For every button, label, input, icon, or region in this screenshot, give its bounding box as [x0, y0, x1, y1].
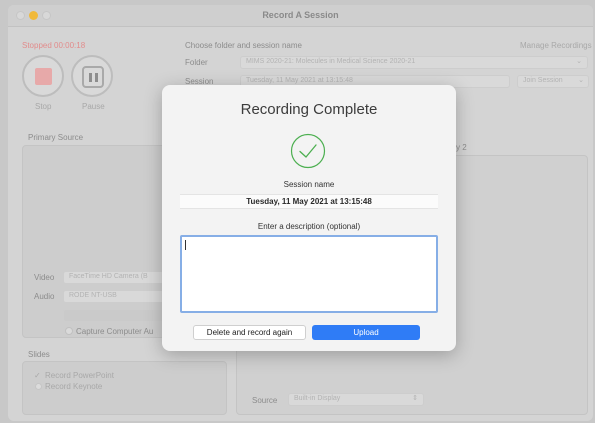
- folder-label: Folder: [185, 58, 208, 67]
- record-keynote-radio[interactable]: [35, 383, 42, 390]
- source-label: Source: [252, 396, 278, 405]
- chevron-down-icon: ⌄: [576, 58, 582, 65]
- text-caret: [185, 240, 186, 250]
- recording-status: Stopped 00:00:18: [22, 41, 86, 50]
- stop-label: Stop: [35, 102, 52, 111]
- session-value: Tuesday, 11 May 2021 at 13:15:48: [246, 77, 353, 84]
- session-name-value: Tuesday, 11 May 2021 at 13:15:48: [180, 194, 438, 209]
- stop-icon: [35, 68, 52, 85]
- source-select[interactable]: Built-in Display ⇕: [288, 393, 424, 406]
- recording-complete-dialog: Recording Complete Session name Tuesday,…: [162, 85, 456, 351]
- capture-audio-checkbox[interactable]: [65, 327, 73, 335]
- folder-value: MIMS 2020-21: Molecules in Medical Scien…: [246, 58, 416, 65]
- delete-and-record-again-button[interactable]: Delete and record again: [193, 325, 306, 340]
- secondary-tab-label[interactable]: y 2: [456, 143, 467, 152]
- record-keynote-option[interactable]: Record Keynote: [45, 382, 102, 391]
- description-label: Enter a description (optional): [257, 222, 361, 231]
- pause-button[interactable]: [71, 55, 113, 97]
- session-name-label: Session name: [283, 180, 335, 189]
- pause-label: Pause: [82, 102, 105, 111]
- stop-button[interactable]: [22, 55, 64, 97]
- chevron-updown-icon: ⇕: [412, 395, 418, 402]
- manage-recordings-link[interactable]: Manage Recordings: [520, 41, 592, 50]
- upload-button[interactable]: Upload: [312, 325, 420, 340]
- primary-source-heading: Primary Source: [28, 133, 84, 142]
- choose-folder-heading: Choose folder and session name: [185, 41, 302, 50]
- pause-icon: [82, 66, 104, 88]
- video-value: FaceTime HD Camera (B: [69, 273, 148, 280]
- video-label: Video: [34, 273, 55, 282]
- title-bar: Record A Session: [8, 5, 593, 27]
- window-title: Record A Session: [262, 10, 339, 20]
- description-textarea[interactable]: [180, 235, 438, 313]
- success-check-icon: [290, 133, 326, 169]
- audio-label: Audio: [34, 292, 55, 301]
- join-session-select[interactable]: Join Session ⌄: [517, 75, 589, 88]
- record-powerpoint-option[interactable]: Record PowerPoint: [45, 371, 114, 380]
- capture-audio-label: Capture Computer Au: [76, 327, 154, 336]
- folder-select[interactable]: MIMS 2020-21: Molecules in Medical Scien…: [240, 56, 588, 69]
- audio-value: RODE NT-USB: [69, 292, 117, 299]
- slides-heading: Slides: [28, 350, 50, 359]
- dialog-title: Recording Complete: [240, 101, 378, 118]
- join-session-label: Join Session: [523, 77, 563, 84]
- source-value: Built-in Display: [294, 395, 341, 402]
- check-icon: ✓: [34, 371, 41, 380]
- chevron-down-icon: ⌄: [578, 77, 584, 84]
